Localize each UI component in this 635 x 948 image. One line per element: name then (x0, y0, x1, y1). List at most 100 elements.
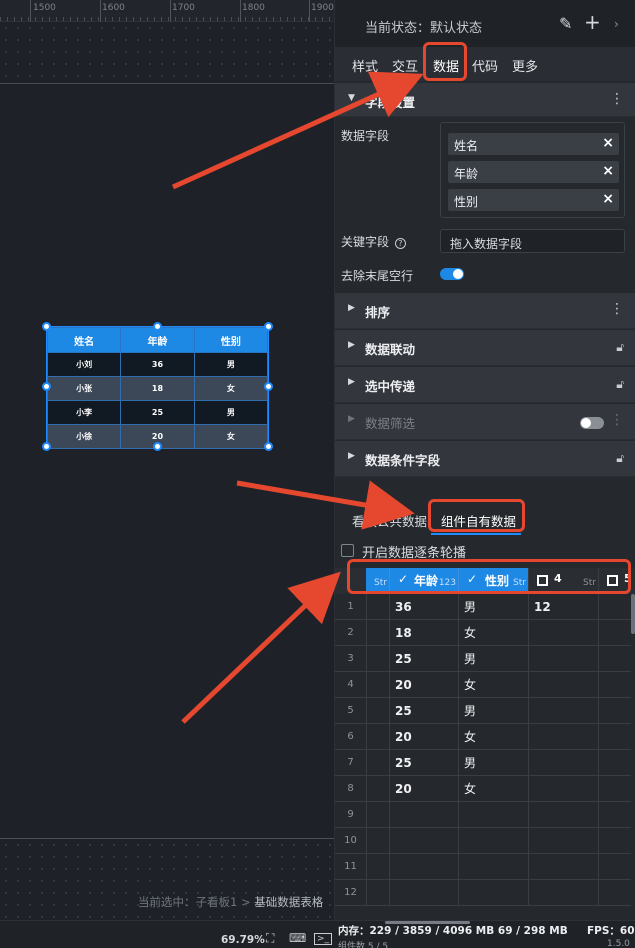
plus-icon[interactable]: + (584, 10, 601, 34)
grid-cell[interactable]: 男 (458, 646, 528, 672)
close-icon[interactable]: × (602, 163, 614, 179)
grid-cell[interactable]: 25 (389, 698, 458, 724)
grid-cell[interactable] (458, 880, 528, 906)
data-filter-section-header[interactable]: ▶ 数据筛选 ⋮ (335, 404, 635, 440)
grid-cell[interactable] (366, 698, 389, 724)
tab-code[interactable]: 代码 (472, 56, 498, 75)
resize-handle-top-right[interactable] (264, 322, 273, 331)
grid-cell[interactable]: 20 (389, 672, 458, 698)
grid-cell[interactable] (528, 724, 598, 750)
grid-cell[interactable] (528, 802, 598, 828)
terminal-icon[interactable]: >_ (314, 933, 333, 945)
grid-cell[interactable] (366, 854, 389, 880)
grid-cell[interactable] (598, 776, 631, 802)
grid-cell[interactable] (458, 802, 528, 828)
resize-handle-left[interactable] (42, 382, 51, 391)
grid-cell[interactable] (598, 854, 631, 880)
grid-cell[interactable] (389, 828, 458, 854)
grid-cell[interactable] (366, 646, 389, 672)
field-chip[interactable]: 性别 × (448, 189, 619, 211)
grid-cell[interactable] (366, 750, 389, 776)
design-canvas[interactable]: 1500 1600 1700 1800 1900 姓名 年龄 性别 小刘 36 … (0, 0, 334, 920)
grid-cell[interactable] (598, 880, 631, 906)
grid-cell[interactable] (389, 880, 458, 906)
grid-cell[interactable] (598, 698, 631, 724)
grid-cell[interactable] (598, 750, 631, 776)
grid-cell[interactable] (598, 672, 631, 698)
grid-vertical-scrollbar[interactable] (631, 594, 635, 634)
tab-dashboard-public-data[interactable]: 看板公共数据 (352, 511, 427, 530)
basic-data-table-widget[interactable]: 姓名 年龄 性别 小刘 36 男 小张 18 女 小李 25 男 小徐 20 女 (46, 326, 269, 449)
grid-cell[interactable] (528, 776, 598, 802)
resize-handle-bottom-left[interactable] (42, 442, 51, 451)
grid-cell[interactable] (528, 672, 598, 698)
resize-handle-top-left[interactable] (42, 322, 51, 331)
grid-cell[interactable]: 25 (389, 646, 458, 672)
grid-cell[interactable] (366, 672, 389, 698)
zoom-level[interactable]: 69.79% (221, 934, 265, 946)
grid-cell[interactable]: 25 (389, 750, 458, 776)
grid-cell[interactable]: 20 (389, 776, 458, 802)
grid-cell[interactable] (389, 854, 458, 880)
help-icon[interactable]: ? (394, 238, 406, 249)
grid-cell[interactable] (366, 724, 389, 750)
data-linkage-section-header[interactable]: ▶ 数据联动 🔓︎ (335, 330, 635, 366)
grid-cell[interactable] (366, 880, 389, 906)
field-settings-header[interactable]: ▼ 字段设置 ⋮ (335, 83, 635, 117)
grid-cell[interactable] (598, 828, 631, 854)
grid-cell[interactable] (458, 828, 528, 854)
grid-cell[interactable] (528, 854, 598, 880)
grid-cell[interactable]: 男 (458, 750, 528, 776)
grid-cell[interactable] (458, 854, 528, 880)
grid-cell[interactable]: 女 (458, 672, 528, 698)
tab-interaction[interactable]: 交互 (392, 56, 418, 75)
canvas-board[interactable] (0, 85, 334, 838)
grid-cell[interactable]: 女 (458, 724, 528, 750)
grid-cell[interactable] (598, 620, 631, 646)
grid-cell[interactable] (366, 620, 389, 646)
data-fields-box[interactable]: 姓名 × 年龄 × 性别 × (440, 122, 625, 218)
grid-cell[interactable]: 男 (458, 698, 528, 724)
close-icon[interactable]: × (602, 191, 614, 207)
more-vertical-icon[interactable]: ⋮ (610, 301, 624, 317)
grid-cell[interactable]: 男 (458, 594, 528, 620)
grid-cell[interactable] (528, 828, 598, 854)
tab-style[interactable]: 样式 (352, 56, 378, 75)
data-grid[interactable]: Str ✓ 年龄 123 ✓ 性别 Str 4 Str 5 1 36 男 12 … (335, 568, 635, 912)
close-icon[interactable]: × (602, 135, 614, 151)
resize-handle-bottom[interactable] (153, 442, 162, 451)
grid-cell[interactable] (366, 776, 389, 802)
grid-cell[interactable] (528, 698, 598, 724)
grid-cell[interactable]: 12 (528, 594, 598, 620)
carousel-checkbox[interactable] (341, 544, 354, 557)
keyboard-icon[interactable]: ⌨ (289, 931, 306, 945)
key-field-drop-input[interactable]: 拖入数据字段 (440, 229, 625, 253)
resize-handle-right[interactable] (264, 382, 273, 391)
grid-cell[interactable] (528, 646, 598, 672)
grid-cell[interactable]: 20 (389, 724, 458, 750)
grid-cell[interactable]: 女 (458, 776, 528, 802)
grid-cell[interactable] (366, 594, 389, 620)
selection-pass-section-header[interactable]: ▶ 选中传递 🔓︎ (335, 367, 635, 403)
field-chip[interactable]: 姓名 × (448, 133, 619, 155)
grid-cell[interactable] (598, 724, 631, 750)
grid-cell[interactable] (598, 802, 631, 828)
grid-cell[interactable] (598, 594, 631, 620)
grid-cell[interactable] (528, 750, 598, 776)
more-vertical-icon[interactable]: ⋮ (610, 91, 624, 107)
grid-cell[interactable]: 女 (458, 620, 528, 646)
resize-handle-top[interactable] (153, 322, 162, 331)
grid-cell[interactable] (598, 646, 631, 672)
tab-more[interactable]: 更多 (512, 56, 538, 75)
data-filter-toggle[interactable] (580, 417, 604, 429)
more-vertical-icon[interactable]: ⋮ (610, 412, 624, 428)
chevron-right-icon[interactable]: › (614, 17, 619, 31)
fit-screen-icon[interactable]: ⛶ (266, 931, 274, 946)
sort-section-header[interactable]: ▶ 排序 ⋮ (335, 293, 635, 329)
grid-cell[interactable]: 18 (389, 620, 458, 646)
trim-empty-rows-toggle[interactable] (440, 268, 464, 280)
resize-handle-bottom-right[interactable] (264, 442, 273, 451)
grid-cell[interactable] (389, 802, 458, 828)
grid-cell[interactable] (366, 802, 389, 828)
grid-cell[interactable] (528, 880, 598, 906)
